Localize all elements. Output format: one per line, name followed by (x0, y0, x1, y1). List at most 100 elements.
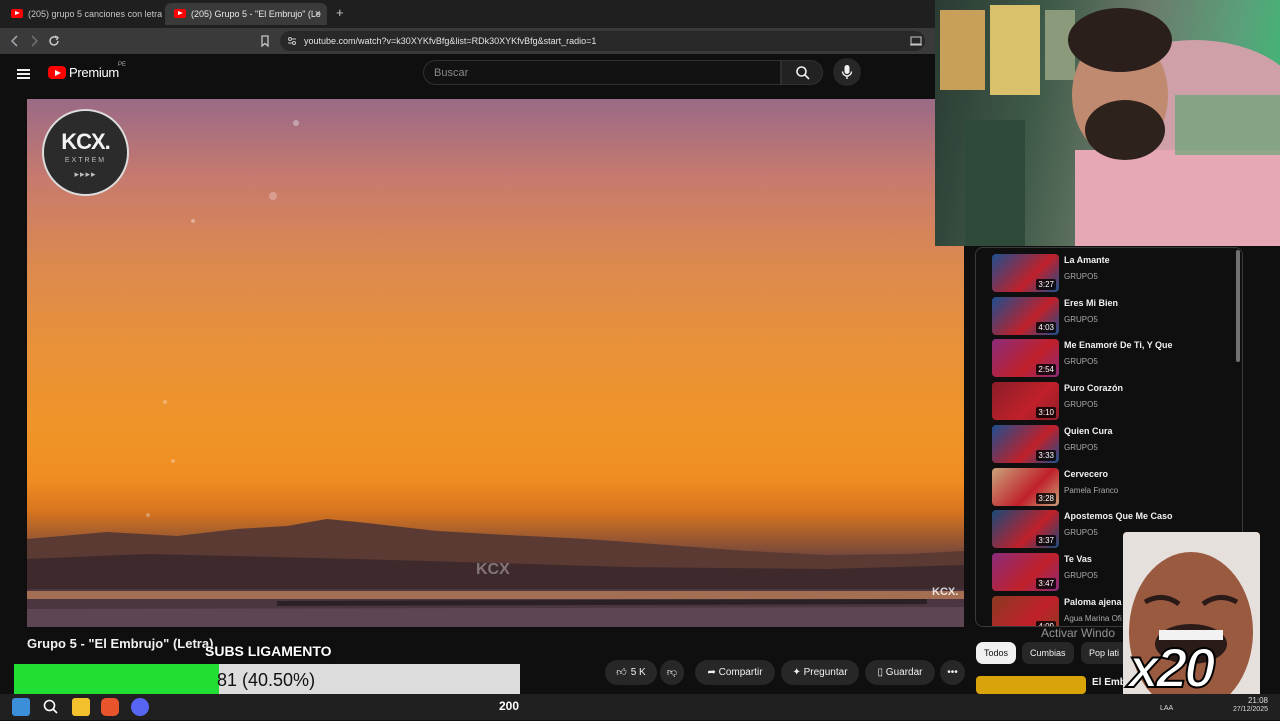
playlist-item-thumbnail[interactable]: 3:27 (992, 254, 1059, 292)
playlist-item-title[interactable]: Apostemos Que Me Caso (1064, 511, 1173, 521)
clock-date[interactable]: 27/12/2025 (1222, 706, 1268, 713)
playlist-item[interactable]: 2:54 Me Enamoré De Ti, Y Que GRUPO5 (992, 339, 1232, 378)
playlist-item-artist[interactable]: GRUPO5 (1064, 443, 1098, 452)
subs-goal-label: SUBS LIGAMENTO (205, 643, 332, 659)
youtube-premium-logo[interactable]: Premium (69, 65, 119, 80)
recommendation-thumbnail[interactable] (976, 676, 1086, 694)
playlist-item[interactable]: 3:27 La Amante GRUPO5 (992, 254, 1232, 292)
playlist-item-duration: 3:47 (1036, 577, 1056, 589)
language-indicator[interactable]: LAA (1160, 705, 1173, 712)
playlist-item-title[interactable]: La Amante (1064, 255, 1110, 265)
playlist-scrollbar[interactable] (1236, 250, 1240, 362)
playlist-item-thumbnail[interactable]: 3:33 (992, 424, 1059, 463)
chip-cumbias[interactable]: Cumbias (1022, 642, 1074, 664)
forward-button[interactable] (25, 32, 43, 50)
video-watermark-center: KCX (476, 561, 510, 578)
search-box (423, 60, 781, 85)
webcam-feed-image (940, 5, 1280, 246)
back-button[interactable] (6, 32, 24, 50)
chip-pop-latino[interactable]: Pop lati (1081, 642, 1128, 664)
playlist-item[interactable]: 3:28 Cervecero Pamela Franco (992, 467, 1232, 506)
playlist-item-thumbnail[interactable]: 4:03 (992, 296, 1059, 335)
reload-button[interactable] (45, 32, 63, 50)
brave-browser-icon[interactable] (101, 698, 119, 716)
like-button[interactable]: 👍︎ 5 K (605, 660, 657, 685)
playlist-item-title[interactable]: Te Vas (1064, 554, 1092, 564)
playlist-item-duration: 3:37 (1036, 535, 1056, 547)
thumbs-up-icon: 👍︎ (616, 667, 627, 678)
close-tab-icon[interactable]: × (315, 3, 321, 25)
new-tab-button[interactable]: + (336, 5, 344, 20)
browser-tab-2[interactable]: (205) Grupo 5 - "El Embrujo" (Le × (165, 3, 327, 25)
tab-label: (205) Grupo 5 - "El Embrujo" (Le (191, 9, 321, 19)
subs-goal-target: 200 (499, 699, 520, 713)
save-label: Guardar (885, 667, 923, 678)
streamer-webcam (935, 0, 1280, 246)
save-button[interactable]: ▯ Guardar (865, 660, 935, 685)
browser-tab-1[interactable]: (205) grupo 5 canciones con letra - Yo (2, 3, 162, 25)
playlist-item-artist[interactable]: GRUPO5 (1064, 528, 1098, 537)
playlist-item-artist[interactable]: GRUPO5 (1064, 400, 1098, 409)
clock-time[interactable]: 21:08 (1232, 696, 1268, 705)
youtube-header: Premium PE (0, 54, 935, 98)
search-taskbar-icon[interactable] (42, 698, 60, 716)
more-actions-button[interactable]: ••• (940, 660, 965, 685)
forward-arrow-icon (31, 35, 39, 47)
playlist-item-title[interactable]: Me Enamoré De Ti, Y Que (1064, 340, 1173, 350)
address-bar[interactable]: youtube.com/watch?v=k30XYKfvBfg&list=RDk… (280, 31, 925, 51)
playlist-item[interactable]: 3:10 Puro Corazón GRUPO5 (992, 382, 1232, 421)
more-icon: ••• (947, 667, 958, 678)
playlist-item-artist[interactable]: GRUPO5 (1064, 272, 1098, 281)
playlist-item-thumbnail[interactable]: 4:09 (992, 595, 1059, 626)
playlist-item-artist[interactable]: GRUPO5 (1064, 315, 1098, 324)
cast-icon[interactable] (910, 36, 922, 46)
playlist-item-thumbnail[interactable]: 2:54 (992, 339, 1059, 378)
microphone-icon (841, 65, 853, 79)
share-icon: ➦ (707, 667, 719, 678)
reload-icon (49, 35, 59, 46)
playlist-item-duration: 3:28 (1036, 492, 1056, 504)
youtube-logo-icon[interactable] (48, 66, 66, 79)
menu-icon[interactable] (17, 69, 30, 79)
back-arrow-icon (10, 35, 18, 47)
voice-search-button[interactable] (833, 58, 861, 86)
chip-todos[interactable]: Todos (976, 642, 1017, 664)
playlist-item-thumbnail[interactable]: 3:28 (992, 467, 1059, 506)
playlist-item-title[interactable]: Cervecero (1064, 469, 1108, 479)
playlist-item-thumbnail[interactable]: 3:37 (992, 510, 1059, 549)
widgets-icon[interactable] (12, 698, 30, 716)
playlist-item-artist[interactable]: Pamela Franco (1064, 486, 1118, 495)
region-code: PE (118, 62, 127, 68)
search-button[interactable] (781, 60, 823, 85)
site-info-icon[interactable] (287, 36, 297, 46)
tab-label: (205) grupo 5 canciones con letra - Yo (28, 9, 162, 19)
playlist-item-artist[interactable]: GRUPO5 (1064, 357, 1098, 366)
playlist-item-artist[interactable]: GRUPO5 (1064, 571, 1098, 580)
sunset-scene (27, 120, 964, 627)
share-button[interactable]: ➦ Compartir (695, 660, 775, 685)
sparkle-icon: ✦ (792, 667, 804, 678)
file-explorer-icon[interactable] (72, 698, 90, 716)
share-label: Compartir (718, 667, 763, 678)
activate-windows-watermark: Activar Windo (1041, 626, 1116, 640)
browser-toolbar: youtube.com/watch?v=k30XYKfvBfg&list=RDk… (0, 28, 935, 54)
playlist-item-title[interactable]: Paloma ajena (1064, 597, 1122, 607)
playlist-item-thumbnail[interactable]: 3:47 (992, 552, 1059, 591)
playlist-item-artist[interactable]: Agua Marina Ofi (1064, 614, 1122, 623)
thumbs-down-icon: 👎︎ (666, 667, 678, 678)
playlist-item-title[interactable]: Quien Cura (1064, 426, 1113, 436)
playlist-item-thumbnail[interactable]: 3:10 (992, 382, 1059, 421)
playlist-item[interactable]: 4:03 Eres Mi Bien GRUPO5 (992, 296, 1232, 335)
playlist-item-title[interactable]: Eres Mi Bien (1064, 298, 1118, 308)
playlist-item-duration: 2:54 (1036, 364, 1056, 376)
bookmark-button[interactable] (256, 32, 274, 50)
playlist-item[interactable]: 3:33 Quien Cura GRUPO5 (992, 424, 1232, 463)
ask-button[interactable]: ✦ Preguntar (781, 660, 859, 685)
channel-logo-arrows: ▸▸▸▸ (74, 169, 97, 179)
ask-label: Preguntar (803, 667, 848, 678)
dislike-button[interactable]: 👎︎ (660, 660, 684, 685)
playlist-item-title[interactable]: Puro Corazón (1064, 383, 1123, 393)
discord-icon[interactable] (131, 698, 149, 716)
search-input[interactable] (434, 61, 764, 84)
video-player[interactable]: KCX. EXTREM ▸▸▸▸ KCX KCX. (27, 99, 964, 627)
